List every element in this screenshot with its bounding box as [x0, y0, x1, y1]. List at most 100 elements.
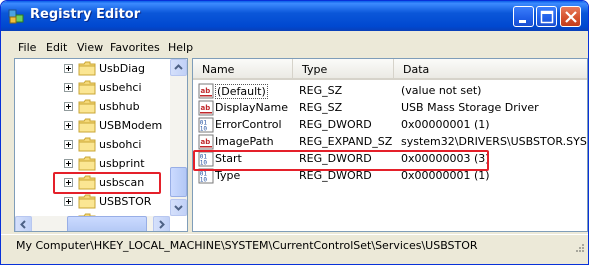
folder-icon — [78, 194, 96, 209]
scroll-right-button[interactable] — [153, 216, 170, 231]
window-title: Registry Editor — [30, 7, 141, 22]
svg-text:ab: ab — [201, 104, 211, 112]
chevron-up-icon — [174, 64, 183, 70]
menu-favorites[interactable]: Favorites — [110, 41, 160, 54]
scroll-up-button[interactable] — [170, 59, 187, 76]
horizontal-scroll-thumb[interactable] — [67, 216, 147, 231]
minimize-icon — [519, 20, 526, 23]
value-name: Start — [215, 152, 242, 165]
tree-item[interactable]: UsbDiag — [15, 60, 175, 78]
value-name: ImagePath — [215, 135, 274, 148]
expand-icon[interactable] — [64, 83, 73, 92]
expand-icon[interactable] — [64, 159, 73, 168]
tree-vertical-scrollbar[interactable] — [170, 59, 187, 216]
value-row[interactable]: ab DisplayName REG_SZ USB Mass Storage Driv… — [193, 99, 587, 116]
string-value-icon: ab — [198, 83, 214, 99]
status-path: My Computer\HKEY_LOCAL_MACHINE\SYSTEM\Cu… — [16, 239, 478, 252]
svg-text:ab: ab — [201, 87, 211, 95]
tree-item-label: usbehci — [99, 81, 142, 94]
expand-icon[interactable] — [64, 102, 73, 111]
expand-icon[interactable] — [64, 140, 73, 149]
svg-text:10: 10 — [200, 177, 208, 184]
tree-item-label: usbscan — [99, 176, 145, 189]
menu-view[interactable]: View — [77, 41, 103, 54]
svg-text:10: 10 — [200, 160, 208, 167]
scroll-left-button[interactable] — [15, 216, 32, 231]
value-name: ErrorControl — [215, 118, 282, 131]
value-data: system32\DRIVERS\USBSTOR.SYS — [401, 135, 587, 148]
tree-item-label: UsbDiag — [99, 62, 146, 75]
tree-item-label: usbohci — [99, 138, 142, 151]
tree-item-label: usbprint — [99, 157, 145, 170]
scroll-thumb[interactable] — [170, 167, 187, 197]
tree-item-label: USBSTOR — [99, 195, 152, 208]
minimize-button[interactable] — [513, 6, 534, 27]
tree-item[interactable]: usbehci — [15, 79, 175, 97]
folder-icon — [78, 99, 96, 114]
menu-bar: File Edit View Favorites Help — [1, 39, 588, 57]
resize-grip-icon[interactable] — [573, 243, 585, 255]
expand-icon[interactable] — [64, 121, 73, 130]
tree-item[interactable]: usbprint — [15, 155, 175, 173]
menu-help[interactable]: Help — [168, 41, 193, 54]
column-header-data[interactable]: Data — [394, 59, 587, 80]
svg-text:ab: ab — [201, 138, 211, 146]
value-data: (value not set) — [401, 84, 482, 97]
tree-item[interactable]: USBSTOR — [15, 193, 175, 211]
string-value-icon: ab — [198, 100, 214, 116]
close-button[interactable] — [560, 6, 581, 27]
value-name: (Default) — [215, 84, 268, 99]
expand-icon[interactable] — [64, 178, 73, 187]
tree-item[interactable]: usbohci — [15, 136, 175, 154]
chevron-left-icon — [20, 220, 26, 229]
value-name: Type — [215, 169, 241, 182]
value-data: 0x00000001 (1) — [401, 169, 490, 182]
folder-icon — [78, 61, 96, 76]
chevron-down-icon — [174, 205, 183, 211]
maximize-button[interactable] — [536, 6, 557, 27]
value-name: DisplayName — [215, 101, 288, 114]
value-type: REG_DWORD — [299, 169, 372, 182]
value-row[interactable]: 01 10 Start REG_DWORD 0x00000003 (3) — [193, 150, 587, 167]
registry-editor-window: Registry Editor File Edit View Favorites… — [0, 0, 589, 265]
maximize-icon — [540, 10, 554, 24]
key-tree-pane[interactable]: UsbDiag usbehci usbhub USBModem usbohci usbpr… — [14, 58, 188, 232]
folder-icon — [78, 137, 96, 152]
tree-item-label: usbhub — [99, 100, 140, 113]
close-icon — [565, 11, 577, 23]
tree-item-label: USBModem — [99, 119, 163, 132]
value-data: 0x00000003 (3) — [401, 152, 490, 165]
expand-icon[interactable] — [64, 64, 73, 73]
value-data: USB Mass Storage Driver — [401, 101, 539, 114]
value-row[interactable]: 01 10 ErrorControl REG_DWORD 0x00000001 (1) — [193, 116, 587, 133]
menu-edit[interactable]: Edit — [46, 41, 67, 54]
value-type: REG_DWORD — [299, 152, 372, 165]
title-bar[interactable]: Registry Editor — [1, 1, 588, 31]
binary-value-icon: 0110 — [198, 168, 214, 184]
tree-item[interactable]: usbscan — [15, 174, 175, 192]
values-list-pane[interactable]: Name Type Data ab (Default) REG_SZ (value n… — [192, 58, 588, 232]
tree-item[interactable]: USBModem — [15, 117, 175, 135]
binary-value-icon: 0110 — [198, 151, 214, 167]
column-header-type[interactable]: Type — [293, 59, 394, 80]
chevron-right-icon — [159, 220, 165, 229]
regedit-icon — [8, 9, 24, 24]
string-value-icon: ab — [198, 134, 214, 150]
tree-item[interactable]: usbhub — [15, 98, 175, 116]
value-row[interactable]: ab ImagePath REG_EXPAND_SZ system32\DRIVERS… — [193, 133, 587, 150]
menu-file[interactable]: File — [18, 41, 36, 54]
value-data: 0x00000001 (1) — [401, 118, 490, 131]
expand-icon[interactable] — [64, 197, 73, 206]
scroll-down-button[interactable] — [170, 199, 187, 216]
status-bar: My Computer\HKEY_LOCAL_MACHINE\SYSTEM\Cu… — [1, 234, 588, 256]
value-row[interactable]: 01 10 Type REG_DWORD 0x00000001 (1) — [193, 167, 587, 184]
value-type: REG_SZ — [299, 84, 343, 97]
column-header-name[interactable]: Name — [193, 59, 293, 80]
value-type: REG_EXPAND_SZ — [299, 135, 393, 148]
value-type: REG_DWORD — [299, 118, 372, 131]
value-type: REG_SZ — [299, 101, 343, 114]
svg-text:10: 10 — [200, 126, 208, 133]
folder-icon — [78, 118, 96, 133]
value-row[interactable]: ab (Default) REG_SZ (value not set) — [193, 82, 587, 99]
tree-horizontal-scrollbar[interactable] — [15, 216, 170, 231]
